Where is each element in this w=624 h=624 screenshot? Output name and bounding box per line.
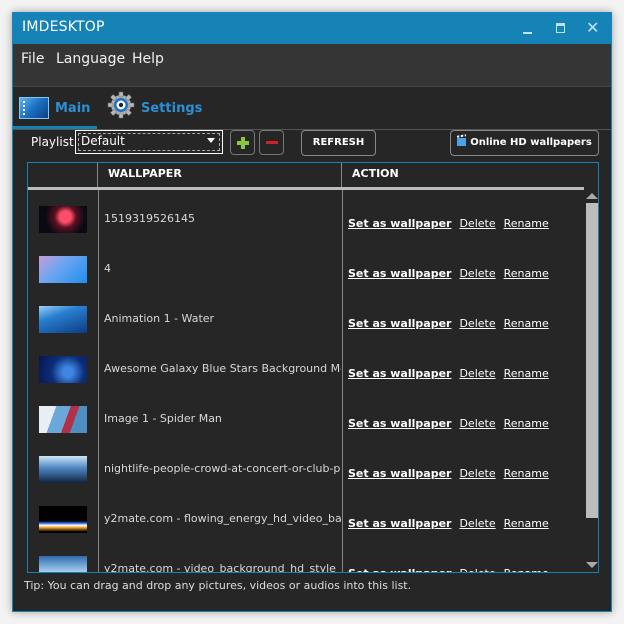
remove-playlist-button[interactable] <box>259 130 284 155</box>
tip-text: Tip: You can drag and drop any pictures,… <box>24 579 412 592</box>
clapperboard-icon <box>457 138 467 146</box>
scroll-up-arrow[interactable] <box>586 193 598 199</box>
wallpaper-name: nightlife-people-crowd-at-concert-or-clu… <box>104 462 341 475</box>
menu-help[interactable]: Help <box>132 51 164 67</box>
delete-link[interactable]: Delete <box>459 267 495 280</box>
grid-header: WALLPAPER ACTION <box>28 163 584 190</box>
row-actions: Set as wallpaper Delete Rename <box>348 362 557 381</box>
row-actions: Set as wallpaper Delete Rename <box>348 312 557 331</box>
rename-link[interactable]: Rename <box>504 517 549 530</box>
wallpaper-grid: WALLPAPER ACTION 1519319526145 Set as wal… <box>27 162 599 573</box>
wallpaper-name: y2mate.com - flowing_energy_hd_video_bac… <box>104 512 341 525</box>
rename-link[interactable]: Rename <box>504 367 549 380</box>
wallpaper-name: y2mate.com - video_background_hd_style_p… <box>104 562 341 573</box>
title-bar[interactable]: IMDESKTOP ✕ <box>13 13 611 44</box>
minus-icon <box>266 141 278 144</box>
set-as-wallpaper-link[interactable]: Set as wallpaper <box>348 317 451 330</box>
app-window: IMDESKTOP ✕ File Language Help Main Sett… <box>12 12 612 612</box>
delete-link[interactable]: Delete <box>459 217 495 230</box>
refresh-button[interactable]: REFRESH <box>301 130 376 156</box>
table-row[interactable]: Animation 1 - Water Set as wallpaper Delet… <box>28 293 584 343</box>
rename-link[interactable]: Rename <box>504 417 549 430</box>
row-actions: Set as wallpaper Delete Rename <box>348 212 557 231</box>
wallpaper-thumbnail <box>39 406 87 433</box>
wallpaper-thumbnail <box>39 506 87 533</box>
column-header-wallpaper[interactable]: WALLPAPER <box>98 163 342 187</box>
row-actions: Set as wallpaper Delete Rename <box>348 462 557 481</box>
row-actions: Set as wallpaper Delete Rename <box>348 512 557 531</box>
set-as-wallpaper-link[interactable]: Set as wallpaper <box>348 517 451 530</box>
refresh-label: REFRESH <box>312 137 365 148</box>
delete-link[interactable]: Delete <box>459 517 495 530</box>
wallpaper-name: Awesome Galaxy Blue Stars Background Mot… <box>104 362 341 375</box>
wallpaper-name: 1519319526145 <box>104 212 195 225</box>
maximize-icon <box>556 23 565 33</box>
delete-link[interactable]: Delete <box>459 567 495 572</box>
app-title: IMDESKTOP <box>22 19 105 35</box>
wallpaper-thumbnail <box>39 306 87 333</box>
row-actions: Set as wallpaper Delete Rename <box>348 262 557 281</box>
rename-link[interactable]: Rename <box>504 267 549 280</box>
playlist-dropdown[interactable]: Default <box>75 130 223 154</box>
table-row[interactable]: Image 1 - Spider Man Set as wallpaper Dele… <box>28 393 584 443</box>
tab-settings[interactable]: Settings <box>103 87 213 129</box>
wallpaper-name: 4 <box>104 262 111 275</box>
scrollbar-thumb[interactable] <box>586 203 598 518</box>
set-as-wallpaper-link[interactable]: Set as wallpaper <box>348 267 451 280</box>
playlist-value: Default <box>81 134 125 148</box>
plus-icon-vertical <box>241 137 245 149</box>
table-row[interactable]: y2mate.com - flowing_energy_hd_video_bac… <box>28 493 584 543</box>
online-hd-wallpapers-label: Online HD wallpapers <box>470 137 592 148</box>
set-as-wallpaper-link[interactable]: Set as wallpaper <box>348 367 451 380</box>
wallpaper-thumbnail <box>39 556 87 572</box>
set-as-wallpaper-link[interactable]: Set as wallpaper <box>348 217 451 230</box>
wallpaper-name: Animation 1 - Water <box>104 312 215 325</box>
rename-link[interactable]: Rename <box>504 217 549 230</box>
wallpaper-thumbnail <box>39 256 87 283</box>
row-actions: Set as wallpaper Delete Rename <box>348 562 557 572</box>
table-row[interactable]: nightlife-people-crowd-at-concert-or-clu… <box>28 443 584 493</box>
playlist-label: Playlist: <box>31 135 78 149</box>
set-as-wallpaper-link[interactable]: Set as wallpaper <box>348 417 451 430</box>
column-header-thumbnail[interactable] <box>28 163 98 187</box>
menu-bar: File Language Help <box>13 44 611 87</box>
wallpaper-thumbnail <box>39 456 87 483</box>
tab-settings-label: Settings <box>141 101 203 116</box>
rename-link[interactable]: Rename <box>504 467 549 480</box>
tab-main[interactable]: Main <box>13 87 97 129</box>
minimize-icon <box>523 32 532 34</box>
wallpaper-thumbnail <box>39 206 87 233</box>
delete-link[interactable]: Delete <box>459 367 495 380</box>
set-as-wallpaper-link[interactable]: Set as wallpaper <box>348 567 451 572</box>
column-header-action[interactable]: ACTION <box>342 163 584 187</box>
tab-bar: Main Settings <box>13 87 611 130</box>
minimize-button[interactable] <box>511 13 545 44</box>
rename-link[interactable]: Rename <box>504 317 549 330</box>
delete-link[interactable]: Delete <box>459 317 495 330</box>
gear-icon <box>107 91 135 119</box>
rename-link[interactable]: Rename <box>504 567 549 572</box>
menu-language[interactable]: Language <box>56 51 125 67</box>
wallpaper-thumbnail <box>39 356 87 383</box>
table-row[interactable]: 4 Set as wallpaper Delete Rename <box>28 243 584 293</box>
delete-link[interactable]: Delete <box>459 417 495 430</box>
chevron-down-icon <box>207 138 215 143</box>
tab-main-label: Main <box>55 101 91 116</box>
table-row[interactable]: Awesome Galaxy Blue Stars Background Mot… <box>28 343 584 393</box>
delete-link[interactable]: Delete <box>459 467 495 480</box>
table-row[interactable]: y2mate.com - video_background_hd_style_p… <box>28 543 584 573</box>
table-row[interactable]: 1519319526145 Set as wallpaper Delete Renam… <box>28 193 584 243</box>
scroll-down-arrow[interactable] <box>586 562 598 568</box>
set-as-wallpaper-link[interactable]: Set as wallpaper <box>348 467 451 480</box>
add-playlist-button[interactable] <box>230 130 255 155</box>
wallpaper-name: Image 1 - Spider Man <box>104 412 222 425</box>
monitor-icon <box>19 97 49 119</box>
online-hd-wallpapers-button[interactable]: Online HD wallpapers <box>450 130 599 156</box>
row-actions: Set as wallpaper Delete Rename <box>348 412 557 431</box>
maximize-button[interactable] <box>544 13 578 44</box>
vertical-scrollbar[interactable] <box>585 187 598 572</box>
menu-file[interactable]: File <box>21 51 44 67</box>
close-button[interactable]: ✕ <box>578 13 612 44</box>
close-icon: ✕ <box>586 18 600 37</box>
